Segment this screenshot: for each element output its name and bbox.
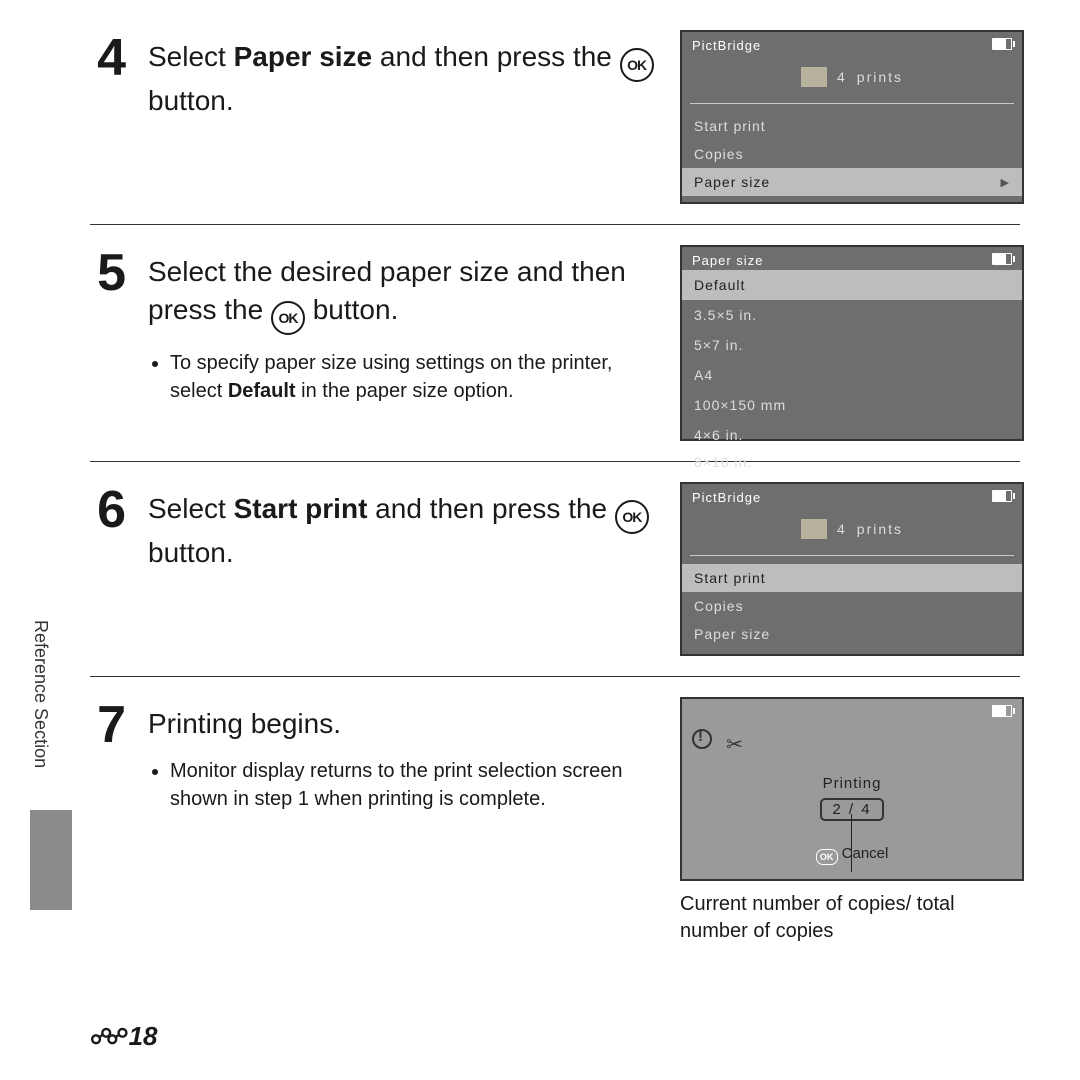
prints-count: 4 (837, 69, 847, 85)
divider (90, 224, 1020, 225)
t: and then press the (367, 493, 615, 524)
battery-icon (992, 705, 1012, 717)
callout-caption: Current number of copies/ total number o… (680, 891, 1020, 945)
prints-word: prints (857, 521, 903, 537)
list-item: 5×7 in. (682, 330, 1022, 360)
t-bold: Paper size (234, 41, 373, 72)
list-item: 4×6 in. (682, 420, 1022, 450)
printer-icon: ✂ (726, 732, 743, 757)
printing-label: Printing (682, 775, 1022, 792)
menu-label: Paper size (694, 174, 770, 190)
screen-title: PictBridge (692, 490, 761, 505)
status-icons: ✂ (692, 729, 743, 757)
menu-item: Start print (682, 112, 1022, 140)
prints-word: prints (857, 69, 903, 85)
t-bold: Start print (234, 493, 368, 524)
t: and then press the (372, 41, 620, 72)
t: button. (148, 537, 234, 568)
section-icon: ☍☍ (90, 1024, 123, 1050)
side-tab-label: Reference Section (30, 620, 51, 768)
step-7: 7 Printing begins. Monitor display retur… (90, 697, 1020, 945)
step-text: Select Paper size and then press the OK … (148, 30, 658, 120)
screen-title: PictBridge (692, 38, 761, 53)
t: Printing begins. (148, 708, 341, 739)
battery-icon (992, 38, 1012, 50)
t: in the paper size option. (296, 380, 514, 402)
screen-step6: PictBridge 4 prints Start print Copies P… (680, 482, 1024, 656)
step-text: Printing begins. Monitor display returns… (148, 697, 658, 815)
menu-label: Start print (694, 570, 766, 586)
bullet: Monitor display returns to the print sel… (170, 757, 658, 813)
list-item-selected: Default (682, 270, 1022, 300)
ok-icon: OK (620, 48, 654, 82)
screen-step7: ✂ Printing 2 / 4 OKCancel (680, 697, 1024, 881)
page-number: 18 (129, 1021, 158, 1052)
info-icon (692, 729, 712, 749)
ok-icon-small: OK (816, 849, 838, 865)
t: button. (305, 294, 398, 325)
page-footer: ☍☍ 18 (90, 1021, 157, 1052)
screen-title: Paper size (692, 253, 763, 268)
screen-step4: PictBridge 4 prints Start print Copies P… (680, 30, 1024, 204)
step-text: Select Start print and then press the OK… (148, 482, 658, 572)
step-text: Select the desired paper size and then p… (148, 245, 658, 407)
callout-line (851, 814, 852, 872)
bullet: To specify paper size using settings on … (170, 349, 658, 405)
chevron-right-icon: ▶ (1001, 176, 1010, 189)
cancel-label: Cancel (842, 845, 889, 862)
printing-count: 2 / 4 (820, 798, 883, 821)
step-6: 6 Select Start print and then press the … (90, 482, 1020, 656)
step-5: 5 Select the desired paper size and then… (90, 245, 1020, 441)
menu-item: Paper size (682, 620, 1022, 648)
screen-step5: Paper size Default 3.5×5 in. 5×7 in. A4 … (680, 245, 1024, 441)
list-item: 100×150 mm (682, 390, 1022, 420)
thumbnail-icon (801, 67, 827, 87)
t: Select (148, 493, 234, 524)
ok-icon: OK (271, 301, 305, 335)
menu-item-selected: Paper size ▶ (682, 168, 1022, 196)
t: Select (148, 41, 234, 72)
step-4: 4 Select Paper size and then press the O… (90, 30, 1020, 204)
list-item: 3.5×5 in. (682, 300, 1022, 330)
t: button. (148, 85, 234, 116)
battery-icon (992, 490, 1012, 502)
thumbnail-icon (801, 519, 827, 539)
side-thumb-block (30, 810, 72, 910)
step-number: 7 (90, 697, 126, 751)
step-number: 5 (90, 245, 126, 299)
list-item-cut: 8×10 in. (682, 450, 1022, 470)
battery-icon (992, 253, 1012, 265)
ok-icon: OK (615, 500, 649, 534)
prints-count: 4 (837, 521, 847, 537)
menu-item: Copies (682, 140, 1022, 168)
divider (90, 676, 1020, 677)
t-bold: Default (228, 380, 296, 402)
menu-item-selected: Start print (682, 564, 1022, 592)
step-number: 6 (90, 482, 126, 536)
list-item: A4 (682, 360, 1022, 390)
menu-item: Copies (682, 592, 1022, 620)
step-number: 4 (90, 30, 126, 84)
